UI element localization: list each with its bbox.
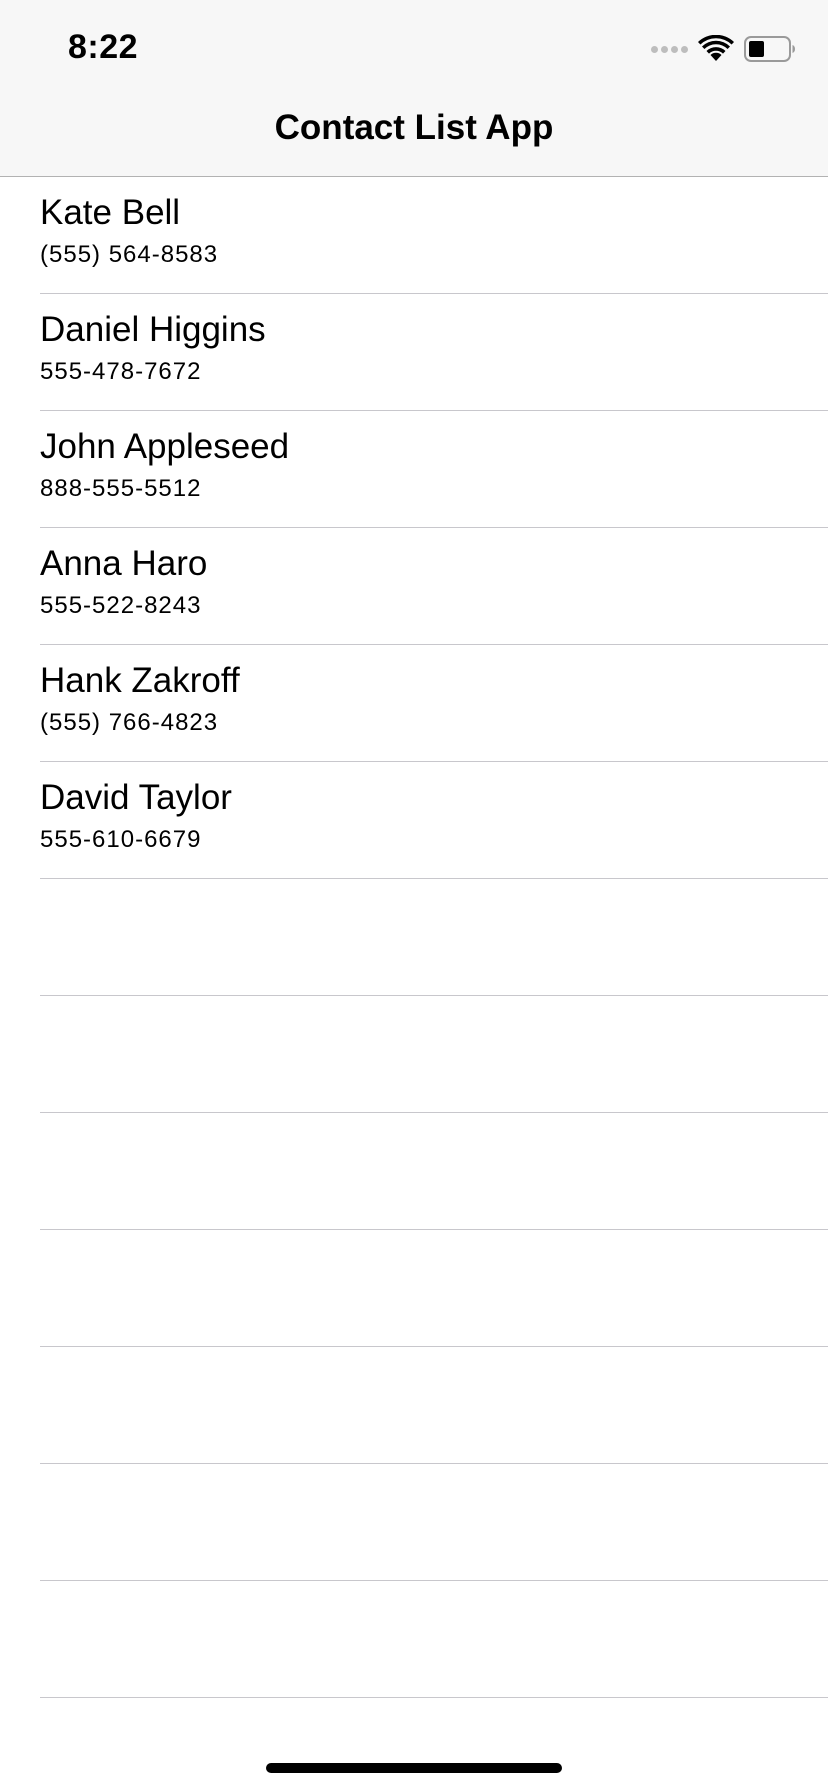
contact-phone: 555-610-6679 [40,826,202,853]
contact-list[interactable]: Kate Bell (555) 564-8583 Daniel Higgins … [0,177,828,1698]
contact-row[interactable]: John Appleseed 888-555-5512 [40,411,828,528]
contact-row[interactable]: Kate Bell (555) 564-8583 [40,177,828,294]
empty-row [40,879,828,996]
contact-name: Hank Zakroff [40,661,240,700]
contact-name: John Appleseed [40,427,290,466]
contact-name: David Taylor [40,778,232,817]
battery-icon [744,36,795,62]
status-time: 8:22 [68,28,139,66]
contact-row[interactable]: David Taylor 555-610-6679 [40,762,828,879]
contact-phone: 555-522-8243 [40,592,202,619]
contact-name: Daniel Higgins [40,310,266,349]
page-title: Contact List App [274,108,554,147]
screen: 8:22 Contact List App Kate Bell (555) 56… [0,0,828,1792]
home-indicator[interactable] [266,1763,562,1773]
empty-row [40,1347,828,1464]
navigation-header: 8:22 Contact List App [0,0,828,177]
contact-phone: (555) 766-4823 [40,709,219,736]
empty-row [40,996,828,1113]
status-icons [651,34,796,64]
empty-row [40,1230,828,1347]
contact-name: Kate Bell [40,193,181,232]
empty-row [40,1113,828,1230]
wifi-icon [698,35,734,61]
contact-row[interactable]: Hank Zakroff (555) 766-4823 [40,645,828,762]
contact-phone: 888-555-5512 [40,475,202,502]
contact-phone: 555-478-7672 [40,358,202,385]
empty-row [40,1581,828,1698]
contact-row[interactable]: Daniel Higgins 555-478-7672 [40,294,828,411]
signal-icon [651,45,688,53]
contact-row[interactable]: Anna Haro 555-522-8243 [40,528,828,645]
contact-phone: (555) 564-8583 [40,241,219,268]
empty-row [40,1464,828,1581]
contact-name: Anna Haro [40,544,208,583]
